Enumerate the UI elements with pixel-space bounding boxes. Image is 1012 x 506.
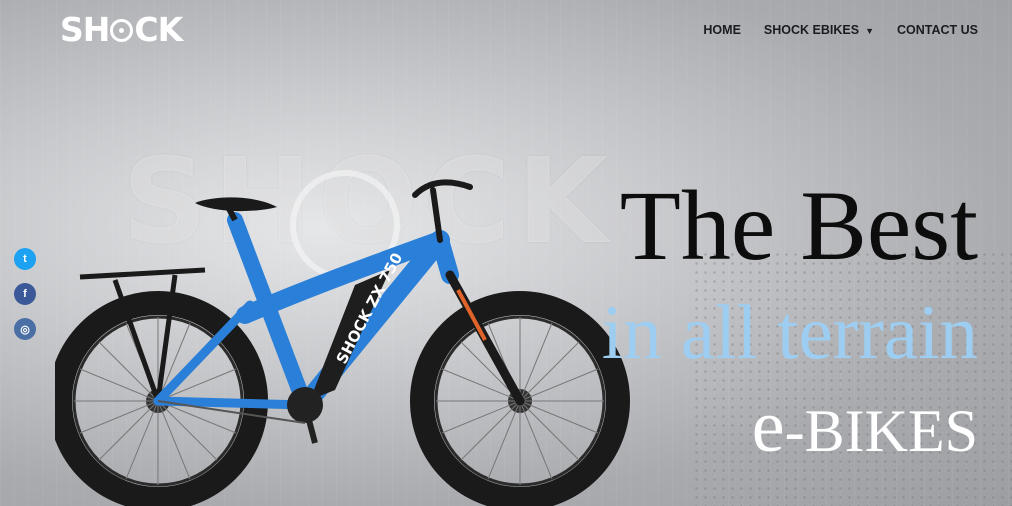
instagram-icon[interactable]: ◎ xyxy=(14,318,36,340)
crankset xyxy=(287,387,323,444)
hero-heading-bikes: -BIKES xyxy=(784,398,978,464)
facebook-icon[interactable]: f xyxy=(14,283,36,305)
twitter-icon[interactable]: t xyxy=(14,248,36,270)
nav-shock-ebikes-label: SHOCK EBIKES xyxy=(763,23,860,37)
hero-heading-line1: The Best xyxy=(619,170,978,281)
hero-heading-line2: in all terrain xyxy=(601,289,978,375)
chevron-down-icon: ▼ xyxy=(865,26,874,36)
ebike-image: SHOCK ZX 750 xyxy=(55,179,630,506)
nav-home[interactable]: HOME xyxy=(703,23,741,37)
shock-logo[interactable]: SH CK xyxy=(60,10,183,49)
main-nav: HOME SHOCK EBIKES ▼ CONTACT US xyxy=(703,23,978,37)
saddle xyxy=(195,197,277,222)
nav-shock-ebikes[interactable]: SHOCK EBIKES ▼ xyxy=(764,23,874,37)
hero-heading-line3: e-BIKES xyxy=(752,390,978,464)
hero-heading-e: e xyxy=(751,386,785,468)
site-header: SH CK HOME SHOCK EBIKES ▼ CONTACT US xyxy=(0,0,1012,62)
nav-contact-us[interactable]: CONTACT US xyxy=(897,23,978,37)
